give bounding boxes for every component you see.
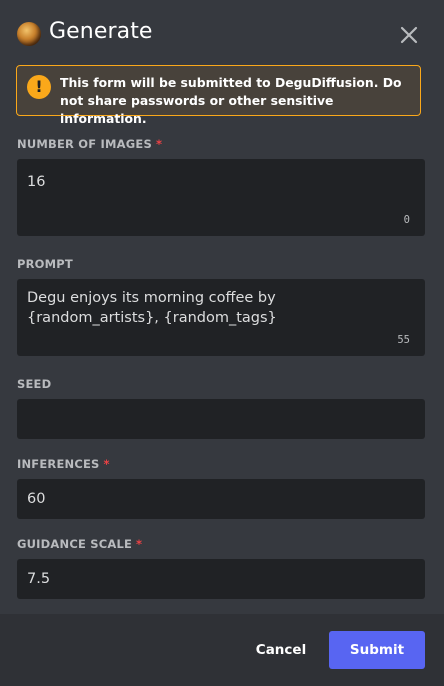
prompt-counter: 55 [397, 334, 410, 346]
modal-header: Generate [0, 0, 444, 68]
guidance-scale-value: 7.5 [27, 571, 51, 587]
warning-banner: ! This form will be submitted to DeguDif… [16, 65, 421, 126]
submit-button[interactable]: Submit [329, 631, 425, 669]
seed-field[interactable] [17, 399, 425, 439]
inferences-value: 60 [27, 491, 46, 507]
seed-label: SEED [17, 377, 51, 391]
inferences-field[interactable]: 60 [17, 479, 425, 519]
cancel-button[interactable]: Cancel [245, 632, 317, 668]
num-images-label-text: NUMBER OF IMAGES [17, 137, 152, 151]
degu-app-icon [17, 22, 41, 46]
generate-modal: Generate ! This form will be submitted t… [0, 0, 444, 686]
warning-icon: ! [27, 75, 51, 99]
prompt-value: Degu enjoys its morning coffee by {rando… [27, 290, 277, 326]
num-images-counter: 0 [403, 214, 410, 226]
guidance-scale-label: GUIDANCE SCALE * [17, 537, 142, 551]
guidance-scale-field[interactable]: 7.5 [17, 559, 425, 599]
required-marker: * [136, 537, 143, 551]
warning-prefix: This form will be submitted to [60, 75, 275, 90]
modal-title: Generate [49, 19, 153, 44]
num-images-value: 16 [27, 174, 46, 190]
warning-app-name: DeguDiffusion [274, 75, 374, 90]
prompt-label: PROMPT [17, 257, 73, 271]
prompt-field[interactable]: Degu enjoys its morning coffee by {rando… [17, 279, 425, 356]
num-images-field[interactable]: 16 0 [17, 159, 425, 236]
inferences-label: INFERENCES * [17, 457, 110, 471]
required-marker: * [103, 457, 110, 471]
num-images-label: NUMBER OF IMAGES * [17, 137, 162, 151]
close-icon[interactable] [397, 23, 421, 47]
modal-footer: Cancel Submit [0, 614, 444, 686]
inferences-label-text: INFERENCES [17, 457, 100, 471]
seed-label-text: SEED [17, 377, 52, 391]
guidance-scale-label-text: GUIDANCE SCALE [17, 537, 133, 551]
warning-text: This form will be submitted to DeguDiffu… [60, 74, 412, 128]
prompt-label-text: PROMPT [17, 257, 73, 271]
required-marker: * [155, 137, 163, 151]
